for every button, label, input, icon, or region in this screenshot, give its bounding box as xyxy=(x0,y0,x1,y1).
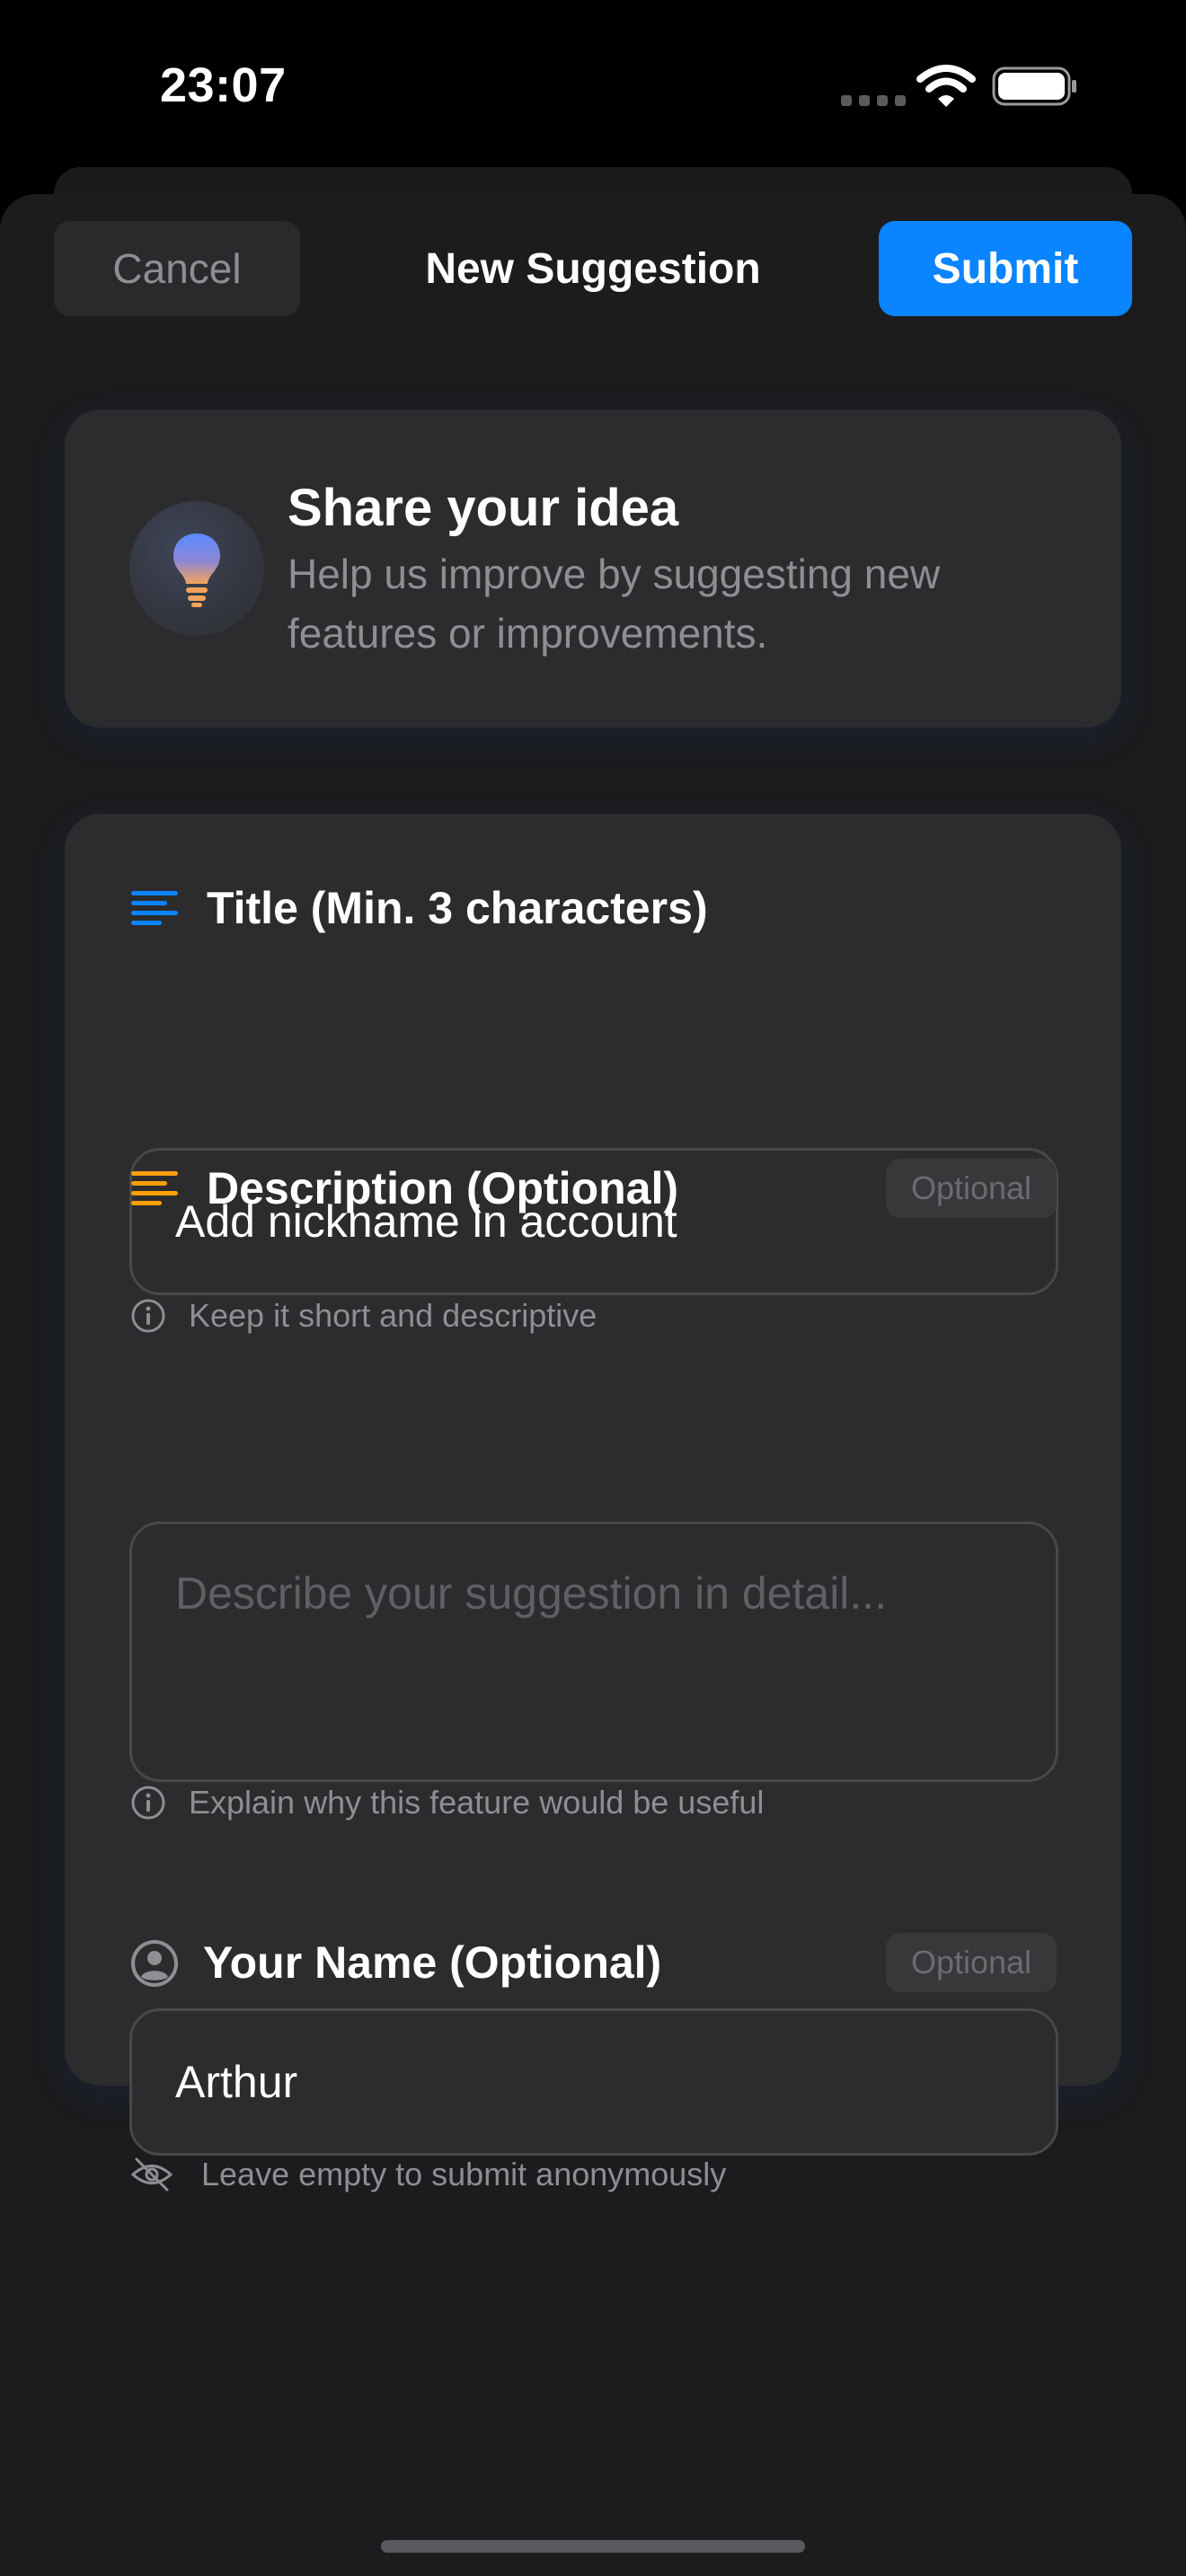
status-bar: 23:07 xyxy=(0,0,1186,171)
intro-card: Share your idea Help us improve by sugge… xyxy=(65,410,1121,728)
wifi-icon xyxy=(916,65,976,107)
name-hint: Leave empty to submit anonymously xyxy=(129,2152,1057,2197)
name-input-value: Arthur xyxy=(175,2057,298,2107)
cellular-signal-icon xyxy=(841,95,906,106)
page-title: New Suggestion xyxy=(425,244,761,293)
text-align-left-icon xyxy=(131,1171,178,1205)
description-field-header: Description (Optional) Optional xyxy=(129,1157,1057,1220)
title-hint-text: Keep it short and descriptive xyxy=(189,1297,597,1334)
status-time: 23:07 xyxy=(160,58,287,112)
title-hint: Keep it short and descriptive xyxy=(129,1293,1057,1338)
description-placeholder: Describe your suggestion in detail... xyxy=(175,1568,888,1619)
name-field-header: Your Name (Optional) Optional xyxy=(129,1931,1057,1994)
info-circle-icon xyxy=(131,1786,165,1820)
name-hint-text: Leave empty to submit anonymously xyxy=(201,2156,727,2192)
optional-badge: Optional xyxy=(886,1159,1057,1218)
home-indicator xyxy=(381,2540,805,2553)
suggestion-form: Title (Min. 3 characters) Add nickname i… xyxy=(65,814,1121,2192)
text-align-left-icon xyxy=(131,891,178,925)
optional-badge: Optional xyxy=(886,1933,1057,1992)
cancel-button[interactable]: Cancel xyxy=(54,221,300,316)
battery-icon xyxy=(992,66,1076,106)
new-suggestion-sheet: Cancel New Suggestion Submit Share your … xyxy=(0,194,1186,2576)
intro-description: Help us improve by suggesting new featur… xyxy=(288,551,941,657)
name-input[interactable]: Arthur xyxy=(129,2008,1058,2156)
name-field-label: Your Name (Optional) xyxy=(203,1937,662,1988)
eye-slash-icon xyxy=(130,2157,173,2192)
description-textarea[interactable]: Describe your suggestion in detail... xyxy=(129,1522,1058,1782)
title-field-header: Title (Min. 3 characters) xyxy=(129,877,1057,940)
submit-button[interactable]: Submit xyxy=(879,221,1132,316)
intro-title: Share your idea xyxy=(288,479,679,537)
description-hint-text: Explain why this feature would be useful xyxy=(189,1784,765,1821)
title-field-label: Title (Min. 3 characters) xyxy=(207,883,708,933)
lightbulb-icon xyxy=(173,534,220,607)
bulb-badge xyxy=(129,501,264,636)
description-hint: Explain why this feature would be useful xyxy=(129,1780,1057,1825)
description-field-label: Description (Optional) xyxy=(207,1163,678,1213)
person-circle-icon xyxy=(131,1940,178,1987)
info-circle-icon xyxy=(131,1299,165,1333)
